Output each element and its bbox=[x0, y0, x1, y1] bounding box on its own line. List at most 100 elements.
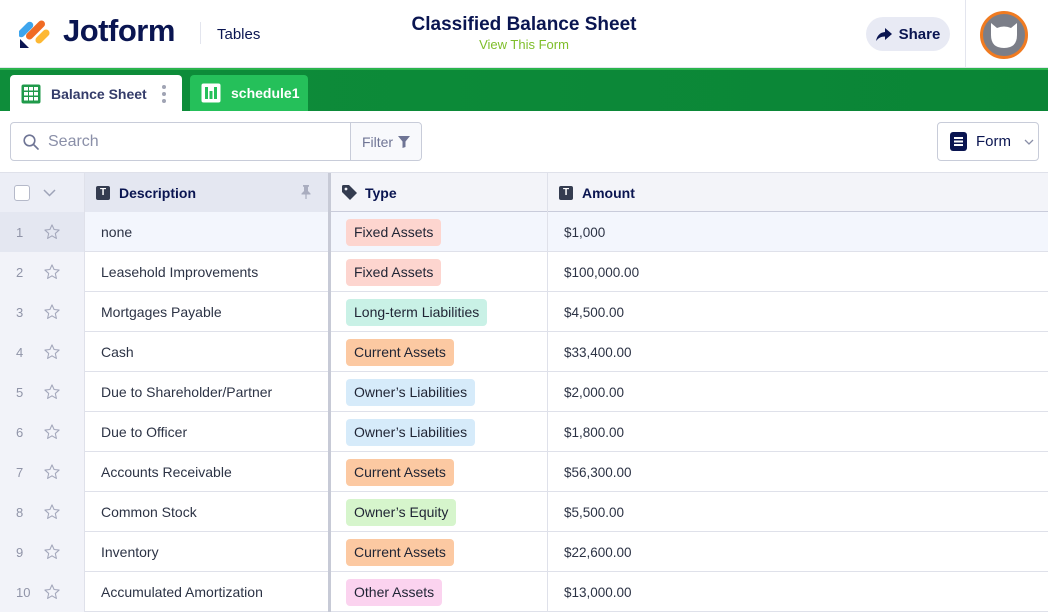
filter-button[interactable]: Filter bbox=[350, 123, 421, 160]
table-row[interactable]: 4 Cash Current Assets $33,400.00 bbox=[0, 332, 1048, 372]
amount-cell[interactable]: $5,500.00 bbox=[548, 492, 1048, 532]
jotform-logo-icon[interactable] bbox=[19, 15, 51, 49]
share-label: Share bbox=[898, 25, 941, 43]
share-button[interactable]: Share bbox=[866, 17, 950, 51]
tab-schedule1[interactable]: schedule1 bbox=[190, 75, 308, 111]
row-select-cell: 4 bbox=[0, 332, 85, 372]
row-select-cell: 10 bbox=[0, 572, 85, 612]
table-row[interactable]: 2 Leasehold Improvements Fixed Assets $1… bbox=[0, 252, 1048, 292]
description-cell[interactable]: none bbox=[85, 212, 331, 252]
view-form-link[interactable]: View This Form bbox=[340, 37, 708, 52]
product-name[interactable]: Tables bbox=[217, 26, 260, 43]
type-cell[interactable]: Fixed Assets bbox=[331, 252, 548, 292]
column-label: Type bbox=[365, 184, 397, 201]
row-select-cell: 1 bbox=[0, 212, 85, 252]
text-field-icon: T bbox=[559, 185, 573, 200]
brand-name[interactable]: Jotform bbox=[63, 13, 175, 49]
table-row[interactable]: 6 Due to Officer Owner’s Liabilities $1,… bbox=[0, 412, 1048, 452]
row-select-cell: 3 bbox=[0, 292, 85, 332]
star-icon[interactable] bbox=[43, 423, 61, 441]
table-row[interactable]: 5 Due to Shareholder/Partner Owner’s Lia… bbox=[0, 372, 1048, 412]
type-tag: Long-term Liabilities bbox=[346, 298, 488, 326]
user-avatar[interactable] bbox=[980, 11, 1028, 59]
table-row[interactable]: 10 Accumulated Amortization Other Assets… bbox=[0, 572, 1048, 612]
star-icon[interactable] bbox=[43, 223, 61, 241]
amount-cell[interactable]: $4,500.00 bbox=[548, 292, 1048, 332]
type-tag: Current Assets bbox=[346, 458, 454, 486]
share-arrow-icon bbox=[875, 27, 892, 41]
star-icon[interactable] bbox=[43, 263, 61, 281]
star-icon[interactable] bbox=[43, 463, 61, 481]
table-row[interactable]: 8 Common Stock Owner’s Equity $5,500.00 bbox=[0, 492, 1048, 532]
sheet-tabbar: Balance Sheet schedule1 bbox=[0, 68, 1048, 113]
star-icon[interactable] bbox=[43, 583, 61, 601]
star-icon[interactable] bbox=[43, 303, 61, 321]
row-number: 8 bbox=[16, 504, 24, 520]
tab-balance-sheet[interactable]: Balance Sheet bbox=[10, 75, 182, 113]
description-cell[interactable]: Accumulated Amortization bbox=[85, 572, 331, 612]
type-tag: Fixed Assets bbox=[346, 258, 442, 286]
type-cell[interactable]: Owner’s Equity bbox=[331, 492, 548, 532]
star-icon[interactable] bbox=[43, 543, 61, 561]
page-title: Classified Balance Sheet bbox=[411, 14, 637, 35]
type-cell[interactable]: Owner’s Liabilities bbox=[331, 372, 548, 412]
row-number: 4 bbox=[16, 344, 24, 360]
header-divider bbox=[200, 22, 201, 44]
type-cell[interactable]: Fixed Assets bbox=[331, 212, 548, 252]
type-cell[interactable]: Owner’s Liabilities bbox=[331, 412, 548, 452]
table-row[interactable]: 9 Inventory Current Assets $22,600.00 bbox=[0, 532, 1048, 572]
type-cell[interactable]: Current Assets bbox=[331, 332, 548, 372]
column-header-amount[interactable]: T Amount bbox=[548, 173, 1048, 212]
select-all-checkbox[interactable] bbox=[14, 184, 30, 201]
type-cell[interactable]: Other Assets bbox=[331, 572, 548, 612]
column-header-type[interactable]: Type bbox=[331, 173, 548, 212]
title-block: Classified Balance Sheet View This Form bbox=[340, 14, 708, 52]
filter-funnel-icon bbox=[398, 135, 411, 148]
column-label: Description bbox=[119, 184, 197, 201]
description-cell[interactable]: Due to Shareholder/Partner bbox=[85, 372, 331, 412]
amount-cell[interactable]: $100,000.00 bbox=[548, 252, 1048, 292]
description-cell[interactable]: Inventory bbox=[85, 532, 331, 572]
app-header: Jotform Tables Classified Balance Sheet … bbox=[0, 0, 1048, 68]
type-tag: Owner’s Liabilities bbox=[346, 378, 476, 406]
column-header-description[interactable]: T Description bbox=[85, 173, 331, 212]
chevron-down-icon bbox=[1024, 139, 1034, 145]
chevron-down-icon[interactable] bbox=[43, 188, 56, 197]
pin-icon[interactable] bbox=[301, 185, 311, 199]
table-row[interactable]: 3 Mortgages Payable Long-term Liabilitie… bbox=[0, 292, 1048, 332]
amount-cell[interactable]: $1,000 bbox=[548, 212, 1048, 252]
star-icon[interactable] bbox=[43, 343, 61, 361]
description-cell[interactable]: Common Stock bbox=[85, 492, 331, 532]
row-number: 7 bbox=[16, 464, 24, 480]
form-view-label: Form bbox=[976, 133, 1011, 150]
table-row[interactable]: 1 none Fixed Assets $1,000 bbox=[0, 212, 1048, 252]
amount-cell[interactable]: $56,300.00 bbox=[548, 452, 1048, 492]
form-view-dropdown[interactable]: Form bbox=[937, 122, 1039, 161]
amount-cell[interactable]: $2,000.00 bbox=[548, 372, 1048, 412]
table-row[interactable]: 7 Accounts Receivable Current Assets $56… bbox=[0, 452, 1048, 492]
type-cell[interactable]: Current Assets bbox=[331, 532, 548, 572]
cat-avatar-icon bbox=[991, 23, 1017, 48]
amount-cell[interactable]: $33,400.00 bbox=[548, 332, 1048, 372]
description-cell[interactable]: Cash bbox=[85, 332, 331, 372]
star-icon[interactable] bbox=[43, 383, 61, 401]
description-cell[interactable]: Accounts Receivable bbox=[85, 452, 331, 492]
row-number: 6 bbox=[16, 424, 24, 440]
amount-cell[interactable]: $13,000.00 bbox=[548, 572, 1048, 612]
type-cell[interactable]: Current Assets bbox=[331, 452, 548, 492]
description-cell[interactable]: Leasehold Improvements bbox=[85, 252, 331, 292]
description-cell[interactable]: Mortgages Payable bbox=[85, 292, 331, 332]
type-tag: Current Assets bbox=[346, 538, 454, 566]
row-number: 3 bbox=[16, 304, 24, 320]
search-bar: Filter bbox=[10, 122, 422, 161]
search-input[interactable] bbox=[48, 132, 328, 151]
row-number: 10 bbox=[16, 584, 31, 600]
type-tag: Other Assets bbox=[346, 578, 443, 606]
star-icon[interactable] bbox=[43, 503, 61, 521]
tab-more-icon[interactable] bbox=[162, 85, 166, 103]
amount-cell[interactable]: $22,600.00 bbox=[548, 532, 1048, 572]
row-select-cell: 7 bbox=[0, 452, 85, 492]
type-cell[interactable]: Long-term Liabilities bbox=[331, 292, 548, 332]
description-cell[interactable]: Due to Officer bbox=[85, 412, 331, 452]
amount-cell[interactable]: $1,800.00 bbox=[548, 412, 1048, 452]
